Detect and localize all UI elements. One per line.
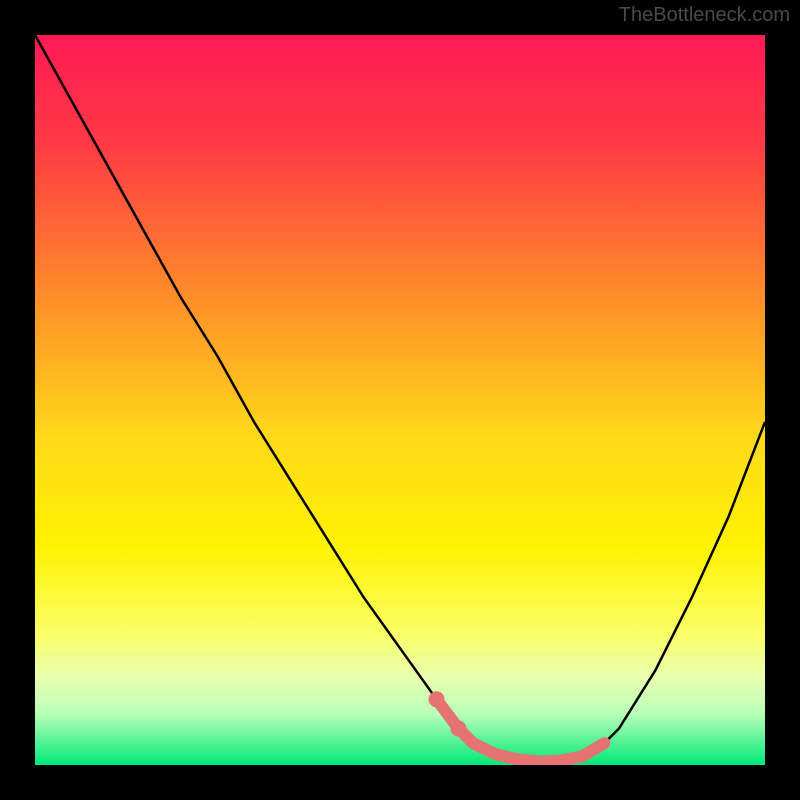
- chart-plot-area: [35, 35, 765, 765]
- highlight-dot: [450, 721, 466, 737]
- chart-svg: [35, 35, 765, 765]
- watermark-text: TheBottleneck.com: [619, 4, 790, 27]
- highlight-dot: [429, 691, 445, 707]
- chart-background: [35, 35, 765, 765]
